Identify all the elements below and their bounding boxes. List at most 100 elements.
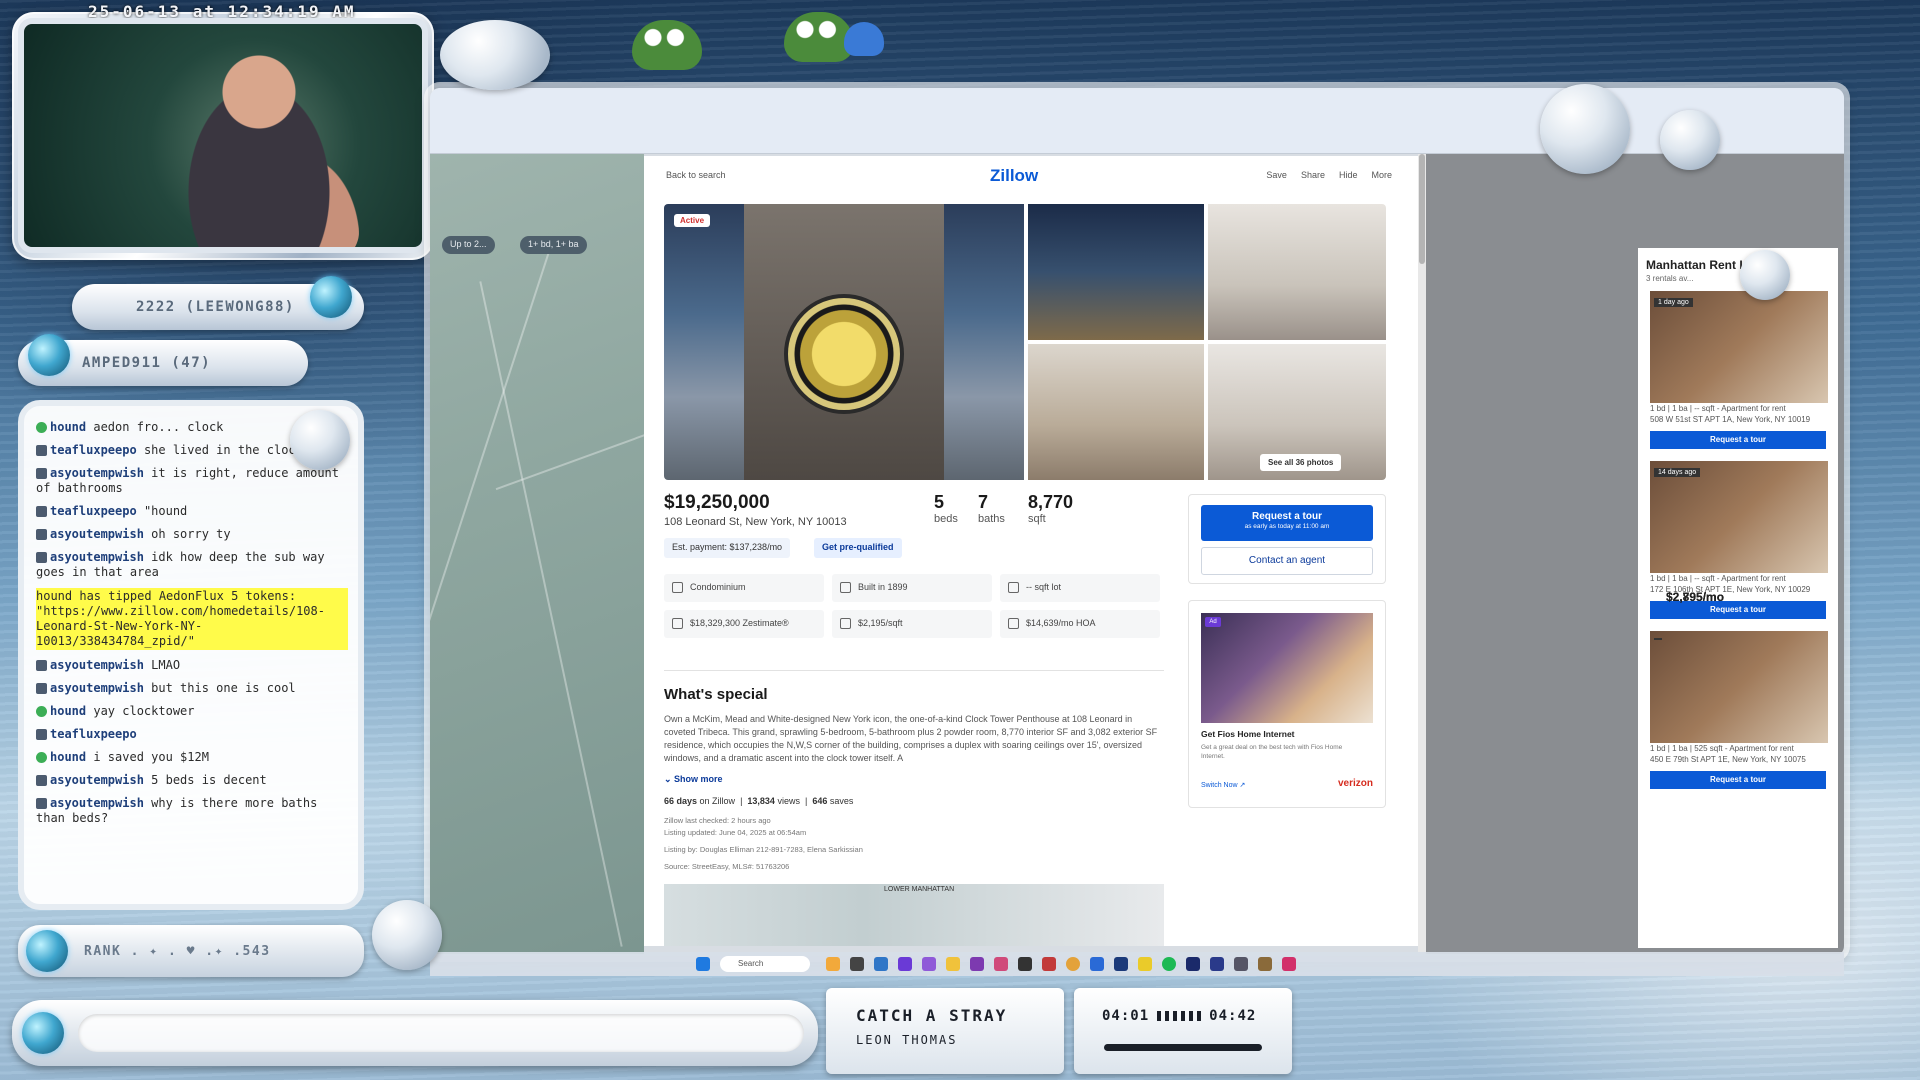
photo-thumbnail[interactable]: [1028, 204, 1204, 340]
map-road: [430, 250, 551, 918]
location-map[interactable]: LOWER MANHATTAN: [664, 884, 1164, 946]
app-icon[interactable]: [1018, 957, 1032, 971]
share-button[interactable]: Share: [1301, 170, 1325, 180]
pepe-emote-icon: [844, 22, 884, 56]
baths-value: 7: [978, 492, 989, 512]
show-more-link[interactable]: ⌄ Show more: [664, 774, 723, 785]
hide-button[interactable]: Hide: [1339, 170, 1358, 180]
app-icon[interactable]: [1258, 957, 1272, 971]
request-tour-label: Request a tour: [1251, 511, 1322, 522]
beds-stat: 5 beds: [934, 492, 958, 525]
fact-price-per-sqft: $2,195/sqft: [832, 610, 992, 638]
taskbar-search[interactable]: Search: [720, 956, 810, 972]
divider: [664, 670, 1164, 671]
scrollbar-thumb[interactable]: [1419, 154, 1425, 264]
chat-panel[interactable]: hound aedon fro... clock teafluxpeepo she…: [18, 400, 364, 910]
more-button[interactable]: More: [1371, 170, 1392, 180]
ad-card[interactable]: Ad Get Fios Home Internet Get a great de…: [1188, 600, 1386, 808]
listing-nav: Back to search Zillow Save Share Hide Mo…: [644, 156, 1418, 196]
save-button[interactable]: Save: [1266, 170, 1287, 180]
fact-label: $14,639/mo HOA: [1026, 618, 1096, 628]
spotify-icon[interactable]: [1162, 957, 1176, 971]
app-icon[interactable]: [1042, 957, 1056, 971]
estimated-payment[interactable]: Est. payment: $137,238/mo: [664, 538, 791, 558]
chat-input-bar[interactable]: [12, 1000, 818, 1066]
chat-username[interactable]: asyoutempwish: [50, 550, 144, 564]
listing-source: Source: StreetEasy, MLS#: 51763206: [664, 862, 790, 871]
chat-message: asyoutempwish LMAO: [36, 658, 348, 673]
app-icon[interactable]: [1186, 957, 1200, 971]
rental-address: 508 W 51st ST APT 1A, New York, NY 10019: [1650, 415, 1811, 424]
app-icon[interactable]: [1282, 957, 1296, 971]
app-icon[interactable]: [1114, 957, 1128, 971]
app-icon[interactable]: [1210, 957, 1224, 971]
request-tour-button[interactable]: Request a tour: [1650, 431, 1826, 449]
see-all-photos-button[interactable]: See all 36 photos: [1260, 454, 1342, 471]
rental-card[interactable]: $2,795/mo 1 bd | 1 ba | 525 sqft - Apartm…: [1642, 590, 1834, 789]
app-icon[interactable]: [1138, 957, 1152, 971]
rental-photo[interactable]: 14 days ago: [1650, 461, 1828, 573]
chat-username[interactable]: hound: [50, 420, 86, 434]
rental-price: $2,795/mo: [1666, 590, 1725, 604]
request-tour-button[interactable]: Request a tour: [1650, 771, 1826, 789]
user-avatar-icon: [36, 660, 47, 671]
chrome-icon[interactable]: [1066, 957, 1080, 971]
chat-username[interactable]: teafluxpeepo: [50, 504, 137, 518]
chat-text: aedon fro... clock: [93, 420, 224, 434]
taskbar: Search: [430, 952, 1844, 976]
back-to-search-link[interactable]: Back to search: [666, 170, 726, 180]
chrome-ornament: [1660, 110, 1720, 170]
rental-photo[interactable]: [1650, 631, 1828, 743]
fact-label: $18,329,300 Zestimate®: [690, 618, 789, 628]
request-tour-button[interactable]: Request a tour as early as today at 11:0…: [1201, 505, 1373, 541]
app-icon[interactable]: [1234, 957, 1248, 971]
filter-beds[interactable]: 1+ bd, 1+ ba: [520, 236, 587, 254]
hero-photo[interactable]: Active: [664, 204, 1024, 480]
chat-username[interactable]: asyoutempwish: [50, 466, 144, 480]
app-icon[interactable]: [898, 957, 912, 971]
prequalify-button[interactable]: Get pre-qualified: [814, 538, 902, 558]
filter-price[interactable]: Up to 2...: [442, 236, 495, 254]
chat-username[interactable]: hound: [50, 750, 86, 764]
chat-username[interactable]: asyoutempwish: [50, 527, 144, 541]
rental-photo[interactable]: 1 day ago: [1650, 291, 1828, 403]
user-avatar-icon: [36, 445, 47, 456]
scrollbar[interactable]: [1418, 154, 1426, 954]
app-icon[interactable]: [874, 957, 888, 971]
listing-stats: 66 days on Zillow | 13,834 views | 646 s…: [664, 796, 854, 806]
app-icon[interactable]: [922, 957, 936, 971]
chat-username[interactable]: asyoutempwish: [50, 796, 144, 810]
chat-input-field[interactable]: [78, 1014, 804, 1052]
chat-message: asyoutempwish idk how deep the sub way g…: [36, 550, 348, 580]
app-icon[interactable]: [970, 957, 984, 971]
listing-address: 108 Leonard St, New York, NY 10013: [664, 516, 847, 528]
chat-username[interactable]: asyoutempwish: [50, 773, 144, 787]
contact-agent-button[interactable]: Contact an agent: [1201, 547, 1373, 575]
listing-description: Own a McKim, Mead and White-designed New…: [664, 714, 1158, 763]
top-tipper-label: 2222 (LEEWONG88): [136, 299, 295, 315]
verizon-logo: verizon: [1337, 778, 1373, 789]
map-view[interactable]: [430, 154, 685, 954]
clock-face: [784, 294, 904, 414]
rental-card[interactable]: 1 day ago $2,895/mo 1 bd | 1 ba | -- sqft …: [1642, 291, 1834, 604]
photo-thumbnail[interactable]: [1028, 344, 1204, 480]
ad-switch-link[interactable]: Switch Now ↗: [1201, 781, 1245, 789]
app-icon[interactable]: [946, 957, 960, 971]
chat-username[interactable]: asyoutempwish: [50, 681, 144, 695]
rental-address: 450 E 79th St APT 1E, New York, NY 10075: [1650, 755, 1806, 764]
photo-thumbnail[interactable]: [1208, 204, 1386, 340]
user-avatar-icon: [36, 468, 47, 479]
chat-username[interactable]: teafluxpeepo: [50, 727, 137, 741]
app-icon[interactable]: [1090, 957, 1104, 971]
user-avatar-icon: [36, 798, 47, 809]
zillow-logo[interactable]: Zillow: [990, 166, 1038, 186]
app-icon[interactable]: [994, 957, 1008, 971]
views-label: views: [777, 796, 800, 806]
app-icon[interactable]: [826, 957, 840, 971]
user-avatar-icon: [36, 729, 47, 740]
chat-username[interactable]: teafluxpeepo: [50, 443, 137, 457]
chat-username[interactable]: hound: [50, 704, 86, 718]
app-icon[interactable]: [850, 957, 864, 971]
windows-start-icon[interactable]: [696, 957, 710, 971]
chat-username[interactable]: asyoutempwish: [50, 658, 144, 672]
